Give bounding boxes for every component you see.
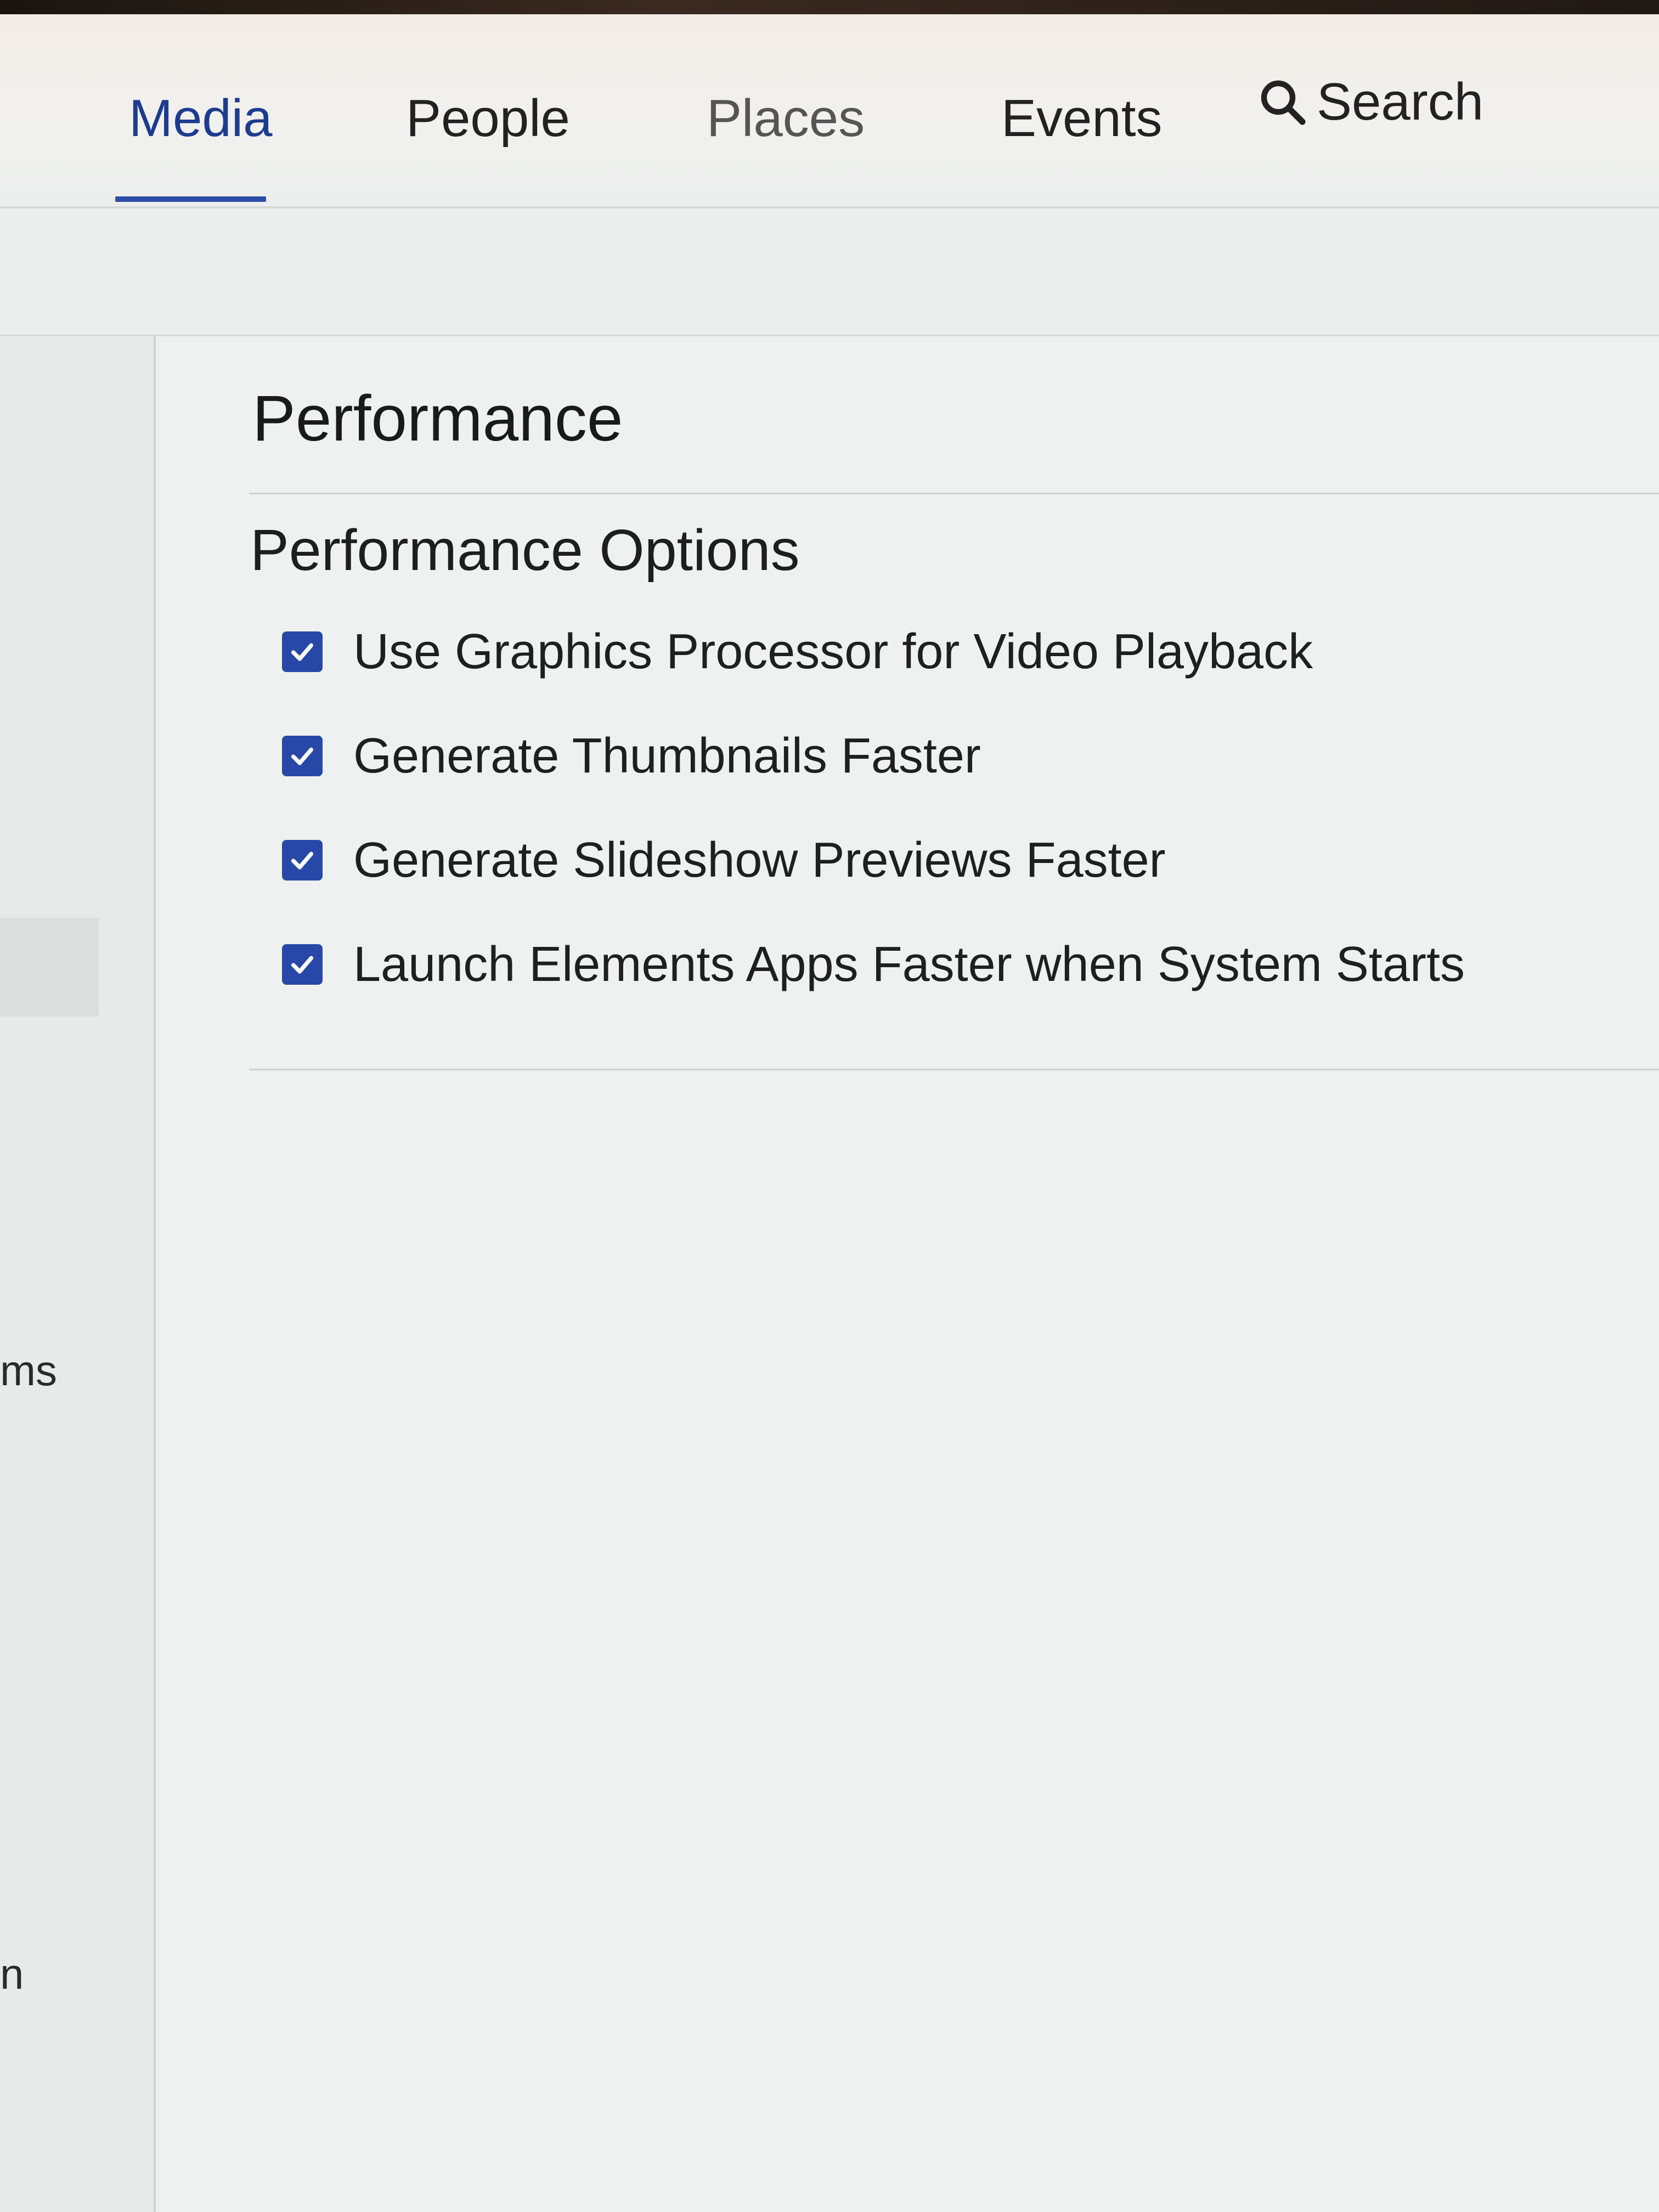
option-generate-slideshow-previews-faster[interactable]: Generate Slideshow Previews Faster <box>282 830 1166 890</box>
tab-events[interactable]: Events <box>1001 86 1162 151</box>
checkmark-icon <box>291 956 314 974</box>
preferences-content-panel: Performance Performance Options Use Grap… <box>156 336 1659 2212</box>
option-launch-apps-faster[interactable]: Launch Elements Apps Faster when System … <box>282 934 1465 995</box>
checkbox-checked[interactable] <box>282 736 323 776</box>
option-label: Generate Slideshow Previews Faster <box>353 833 1166 888</box>
option-label: Generate Thumbnails Faster <box>353 729 981 783</box>
checkbox-checked[interactable] <box>282 840 323 881</box>
divider <box>249 493 1659 494</box>
sidebar-item-partial-label[interactable]: ms <box>0 1346 57 1396</box>
checkmark-icon <box>291 851 314 870</box>
screen-bezel <box>0 0 1659 14</box>
option-generate-thumbnails-faster[interactable]: Generate Thumbnails Faster <box>282 726 981 786</box>
subheader-strip <box>0 208 1659 336</box>
checkbox-checked[interactable] <box>282 631 323 672</box>
sidebar-item-selected[interactable] <box>0 918 99 1017</box>
top-navigation-bar: Media People Places Events Search <box>0 14 1659 208</box>
checkmark-icon <box>291 747 314 765</box>
active-tab-indicator <box>115 196 266 202</box>
divider <box>249 1069 1659 1070</box>
tab-people[interactable]: People <box>406 86 570 151</box>
search-icon <box>1256 76 1309 128</box>
option-label: Launch Elements Apps Faster when System … <box>353 937 1465 992</box>
section-heading: Performance Options <box>250 518 800 583</box>
tab-media[interactable]: Media <box>129 86 272 151</box>
sidebar-item-partial-label[interactable]: n <box>0 1949 24 1999</box>
checkbox-checked[interactable] <box>282 944 323 985</box>
option-label: Use Graphics Processor for Video Playbac… <box>353 624 1313 679</box>
tab-places[interactable]: Places <box>707 86 865 151</box>
preferences-sidebar: ms n <box>0 336 156 2212</box>
option-use-gpu-video-playback[interactable]: Use Graphics Processor for Video Playbac… <box>282 622 1313 682</box>
search-button[interactable]: Search <box>1256 69 1483 135</box>
checkmark-icon <box>291 643 314 661</box>
page-title: Performance <box>252 382 623 455</box>
search-label: Search <box>1317 72 1484 131</box>
